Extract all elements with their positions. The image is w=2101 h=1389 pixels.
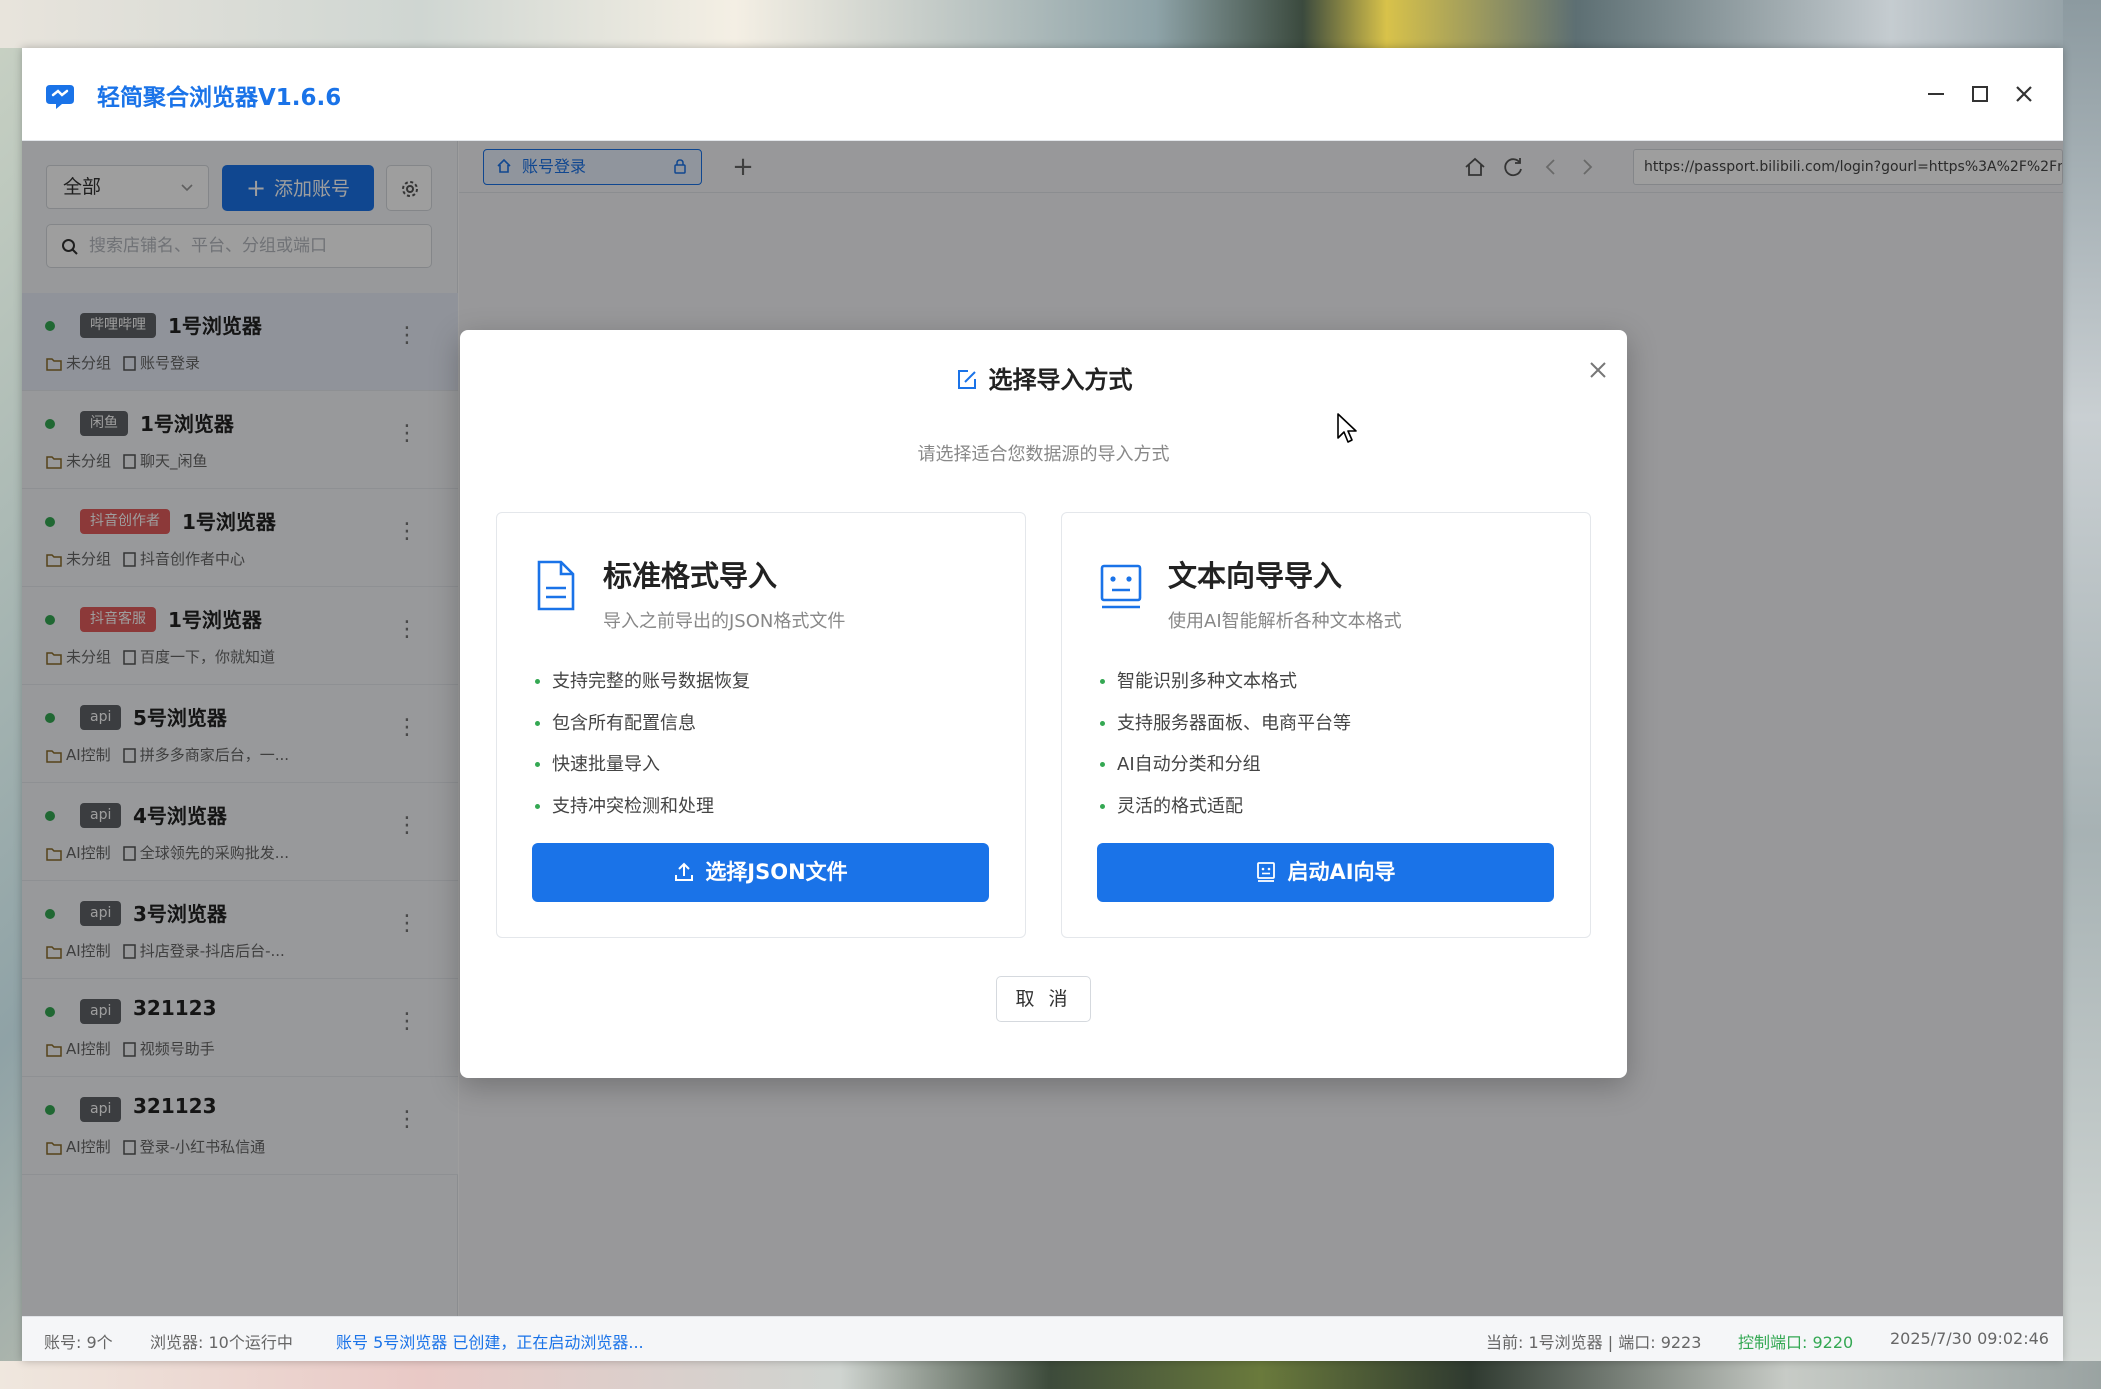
desktop-background-right bbox=[2063, 0, 2101, 1389]
close-window-button[interactable] bbox=[2006, 76, 2042, 112]
status-message: 账号 5号浏览器 已创建，正在启动浏览器... bbox=[336, 1333, 644, 1352]
title-bar: 轻简聚合浏览器V1.6.6 bbox=[22, 48, 2063, 141]
document-icon bbox=[537, 560, 575, 611]
upload-icon bbox=[675, 862, 694, 881]
status-current: 当前: 1号浏览器 | 端口: 9223 bbox=[1486, 1333, 1702, 1352]
dialog-close-icon[interactable] bbox=[1582, 354, 1614, 386]
edit-icon bbox=[957, 370, 976, 389]
feature-item: AI自动分类和分组 bbox=[1100, 744, 1351, 786]
feature-item: 支持冲突检测和处理 bbox=[535, 786, 750, 828]
card-desc: 使用AI智能解析各种文本格式 bbox=[1168, 611, 1402, 632]
dialog-title: 选择导入方式 bbox=[460, 360, 1627, 395]
card-title: 标准格式导入 bbox=[603, 559, 778, 593]
card-desc: 导入之前导出的JSON格式文件 bbox=[603, 611, 846, 632]
robot-icon bbox=[1100, 564, 1142, 609]
start-ai-wizard-label: 启动AI向导 bbox=[1287, 860, 1396, 884]
desktop-background bbox=[0, 0, 2101, 48]
app-window: 轻简聚合浏览器V1.6.6 全部 + 添加账号 搜索店铺名、平台、分组或端口 哔… bbox=[22, 48, 2063, 1361]
maximize-button[interactable] bbox=[1962, 76, 1998, 112]
card-title: 文本向导导入 bbox=[1168, 559, 1343, 593]
status-bar: 账号: 9个 浏览器: 10个运行中 账号 5号浏览器 已创建，正在启动浏览器.… bbox=[22, 1316, 2063, 1361]
standard-import-card: 标准格式导入 导入之前导出的JSON格式文件 支持完整的账号数据恢复 包含所有配… bbox=[496, 512, 1026, 938]
text-wizard-card: 文本向导导入 使用AI智能解析各种文本格式 智能识别多种文本格式 支持服务器面板… bbox=[1061, 512, 1591, 938]
select-json-button[interactable]: 选择JSON文件 bbox=[532, 843, 989, 902]
maximize-icon bbox=[1972, 86, 1988, 102]
desktop-background-bottom bbox=[0, 1361, 2101, 1389]
app-logo-icon bbox=[46, 85, 74, 109]
feature-item: 智能识别多种文本格式 bbox=[1100, 661, 1351, 703]
feature-item: 快速批量导入 bbox=[535, 744, 750, 786]
robot-icon bbox=[1257, 862, 1276, 882]
dialog-title-text: 选择导入方式 bbox=[988, 366, 1133, 394]
mouse-cursor-icon bbox=[1337, 413, 1357, 443]
feature-list: 支持完整的账号数据恢复 包含所有配置信息 快速批量导入 支持冲突检测和处理 bbox=[535, 661, 750, 827]
cancel-button[interactable]: 取 消 bbox=[996, 976, 1091, 1022]
close-icon bbox=[2016, 86, 2032, 102]
feature-item: 支持服务器面板、电商平台等 bbox=[1100, 703, 1351, 745]
start-ai-wizard-button[interactable]: 启动AI向导 bbox=[1097, 843, 1554, 902]
feature-item: 支持完整的账号数据恢复 bbox=[535, 661, 750, 703]
status-accounts: 账号: 9个 bbox=[44, 1333, 113, 1352]
select-json-label: 选择JSON文件 bbox=[705, 860, 848, 884]
minimize-icon bbox=[1928, 93, 1944, 95]
status-browsers: 浏览器: 10个运行中 bbox=[150, 1333, 293, 1352]
app-title: 轻简聚合浏览器V1.6.6 bbox=[97, 85, 342, 111]
minimize-button[interactable] bbox=[1918, 76, 1954, 112]
feature-item: 灵活的格式适配 bbox=[1100, 786, 1351, 828]
status-control-port: 控制端口: 9220 bbox=[1738, 1333, 1854, 1352]
status-time: 2025/7/30 09:02:46 bbox=[1890, 1329, 2049, 1348]
import-dialog: 选择导入方式 请选择适合您数据源的导入方式 标准格式导入 导入之前导出的JSON… bbox=[460, 330, 1627, 1078]
feature-item: 包含所有配置信息 bbox=[535, 703, 750, 745]
feature-list: 智能识别多种文本格式 支持服务器面板、电商平台等 AI自动分类和分组 灵活的格式… bbox=[1100, 661, 1351, 827]
dialog-subtitle: 请选择适合您数据源的导入方式 bbox=[917, 444, 1170, 465]
